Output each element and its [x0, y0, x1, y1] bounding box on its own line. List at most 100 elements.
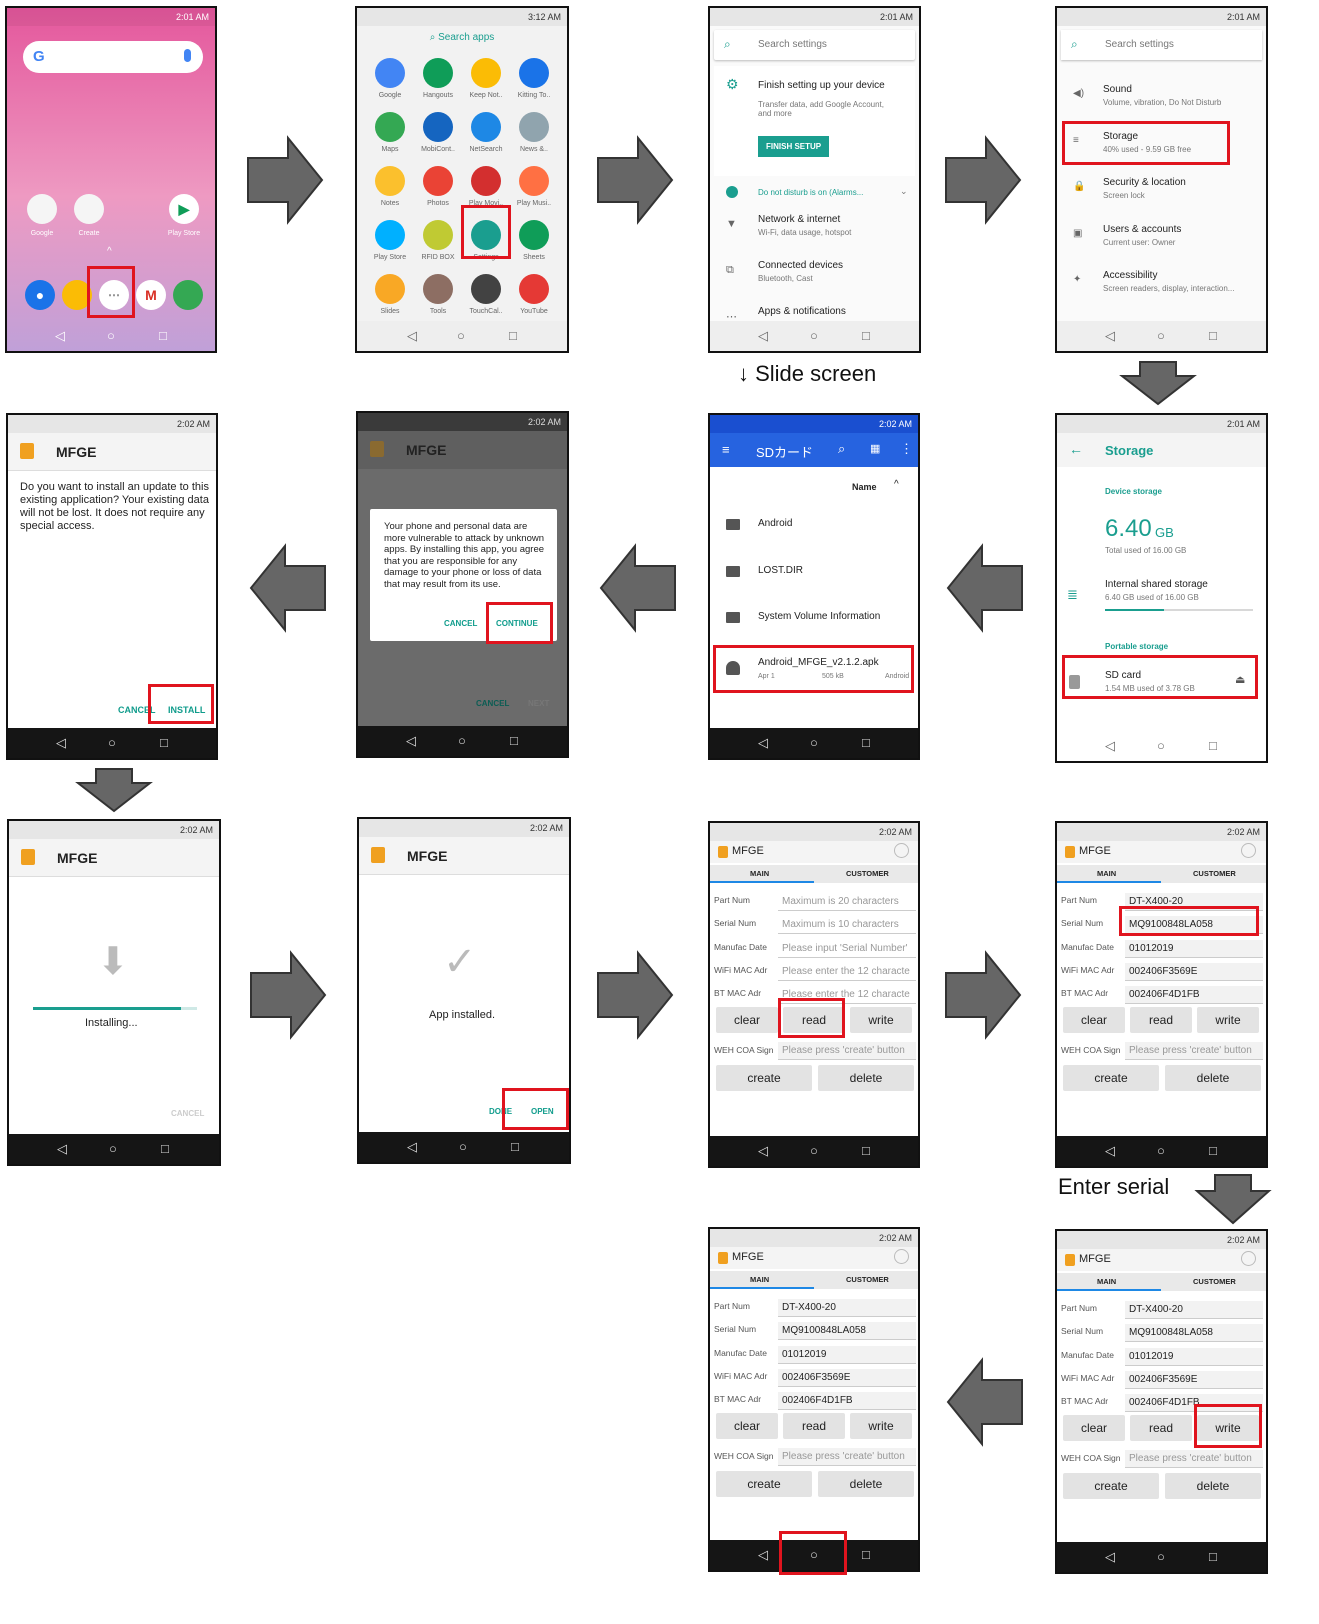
open-button[interactable]: OPEN [531, 1107, 554, 1116]
home-icon[interactable]: ○ [810, 735, 818, 750]
cosign-field[interactable]: Please press 'create' button [1125, 1450, 1263, 1468]
folder-name[interactable]: System Volume Information [758, 611, 880, 622]
home-icon[interactable]: ○ [459, 1139, 467, 1154]
kitting-to--icon[interactable] [519, 58, 549, 88]
home-icon[interactable]: ○ [109, 1141, 117, 1156]
back-icon[interactable]: ◁ [406, 733, 416, 749]
back-icon[interactable]: ◁ [56, 735, 66, 751]
bt-mac-field[interactable]: 002406F4D1FB [1125, 1394, 1263, 1413]
cancel-button[interactable]: CANCEL [476, 699, 509, 708]
home-icon[interactable]: ○ [107, 328, 115, 343]
recents-icon[interactable]: □ [510, 733, 518, 748]
settings-item-title[interactable]: Apps & notifications [758, 306, 846, 317]
serial-num-field[interactable]: MQ9100848LA058 [778, 1322, 916, 1341]
back-icon[interactable]: ◁ [1105, 1549, 1115, 1565]
tab-customer[interactable]: CUSTOMER [846, 869, 889, 878]
more-icon[interactable]: ⋮ [900, 441, 913, 457]
clear-button[interactable]: clear [716, 1007, 778, 1033]
write-button[interactable]: write [850, 1007, 912, 1033]
settings-item-title[interactable]: Users & accounts [1103, 224, 1181, 235]
sd-card-title[interactable]: SD card [1105, 670, 1141, 681]
home-icon[interactable]: ○ [457, 328, 465, 343]
delete-button[interactable]: delete [1165, 1065, 1261, 1091]
dnd-row[interactable]: Do not disturb is on (Alarms... ⌄ [714, 180, 915, 206]
recents-icon[interactable]: □ [862, 328, 870, 343]
tab-main[interactable]: MAIN [750, 869, 769, 878]
mobicont--icon[interactable] [423, 112, 453, 142]
clear-button[interactable]: clear [716, 1413, 778, 1439]
home-icon[interactable]: ○ [1157, 328, 1165, 343]
manufac-date-field[interactable]: 01012019 [1125, 939, 1263, 958]
create-folder-icon[interactable] [74, 194, 104, 224]
folder-name[interactable]: Android [758, 518, 792, 529]
back-icon[interactable]: ◁ [1105, 1143, 1115, 1159]
settings-item-title[interactable]: Accessibility [1103, 270, 1157, 281]
recents-icon[interactable]: □ [1209, 1143, 1217, 1158]
back-icon[interactable]: ◁ [407, 1139, 417, 1155]
recents-icon[interactable]: □ [159, 328, 167, 343]
create-button[interactable]: create [1063, 1473, 1159, 1499]
slides-icon[interactable] [375, 274, 405, 304]
tab-main[interactable]: MAIN [750, 1275, 769, 1284]
search-settings-input[interactable]: ⌕ Search settings [714, 30, 915, 60]
read-button[interactable]: read [783, 1413, 845, 1439]
tab-main[interactable]: MAIN [1097, 869, 1116, 878]
create-button[interactable]: create [1063, 1065, 1159, 1091]
search-apps-input[interactable]: ⌕ Search apps [357, 32, 567, 43]
eject-icon[interactable]: ⏏ [1235, 673, 1245, 686]
back-icon[interactable]: ◁ [55, 328, 65, 344]
back-icon[interactable]: ◁ [758, 1547, 768, 1563]
back-icon[interactable]: ◁ [758, 328, 768, 344]
serial-num-field[interactable]: Maximum is 10 characters [778, 916, 916, 935]
cancel-button[interactable]: CANCEL [171, 1109, 204, 1118]
install-button[interactable]: INSTALL [168, 705, 205, 715]
apk-file-row[interactable]: Android_MFGE_v2.1.2.apk Apr 1 505 kB And… [710, 651, 918, 691]
read-button[interactable]: read [783, 1007, 845, 1033]
app-drawer-icon[interactable]: ⋯ [99, 280, 129, 310]
play-store-icon[interactable]: ▶ [169, 194, 199, 224]
wifi-mac-field[interactable]: 002406F3569E [778, 1368, 916, 1387]
info-icon[interactable] [1241, 1251, 1256, 1266]
read-button[interactable]: read [1130, 1415, 1192, 1441]
dialog-cancel-button[interactable]: CANCEL [444, 619, 477, 628]
menu-icon[interactable]: ≡ [722, 442, 730, 457]
delete-button[interactable]: delete [818, 1471, 914, 1497]
delete-button[interactable]: delete [818, 1065, 914, 1091]
play-movi--icon[interactable] [471, 166, 501, 196]
internal-storage-title[interactable]: Internal shared storage [1105, 579, 1208, 590]
play-store-icon[interactable] [375, 220, 405, 250]
gmail-icon[interactable]: M [136, 280, 166, 310]
bt-mac-field[interactable]: 002406F4D1FB [778, 1392, 916, 1411]
cancel-button[interactable]: CANCEL [118, 705, 156, 715]
rfid-box-icon[interactable] [423, 220, 453, 250]
back-icon[interactable]: ◁ [758, 1143, 768, 1159]
serial-num-field[interactable]: MQ9100848LA058 [1125, 1324, 1263, 1343]
home-icon[interactable]: ○ [108, 735, 116, 750]
part-num-field[interactable]: Maximum is 20 characters [778, 893, 916, 911]
info-icon[interactable] [894, 1249, 909, 1264]
sort-up-icon[interactable]: ^ [894, 479, 899, 490]
bt-mac-field[interactable]: 002406F4D1FB [1125, 986, 1263, 1005]
search-icon[interactable]: ⌕ [838, 441, 845, 457]
create-button[interactable]: create [716, 1471, 812, 1497]
recents-icon[interactable]: □ [160, 735, 168, 750]
wifi-mac-field[interactable]: 002406F3569E [1125, 1370, 1263, 1389]
recents-icon[interactable]: □ [862, 1143, 870, 1158]
finish-setup-button[interactable]: FINISH SETUP [758, 136, 830, 157]
chrome-icon[interactable] [173, 280, 203, 310]
tab-customer[interactable]: CUSTOMER [1193, 869, 1236, 878]
done-button[interactable]: DONE [489, 1107, 512, 1116]
home-icon[interactable]: ○ [810, 1547, 818, 1562]
sort-label[interactable]: Name [852, 482, 877, 492]
settings-icon[interactable] [471, 220, 501, 250]
settings-item-title[interactable]: Sound [1103, 84, 1132, 95]
write-button[interactable]: write [1197, 1007, 1259, 1033]
info-icon[interactable] [1241, 843, 1256, 858]
wifi-mac-field[interactable]: Please enter the 12 characte [778, 962, 916, 981]
youtube-icon[interactable] [519, 274, 549, 304]
back-icon[interactable]: ◁ [1105, 738, 1115, 754]
create-button[interactable]: create [716, 1065, 812, 1091]
back-icon[interactable]: ◁ [57, 1141, 67, 1157]
recents-icon[interactable]: □ [1209, 328, 1217, 343]
hangouts-icon[interactable] [423, 58, 453, 88]
